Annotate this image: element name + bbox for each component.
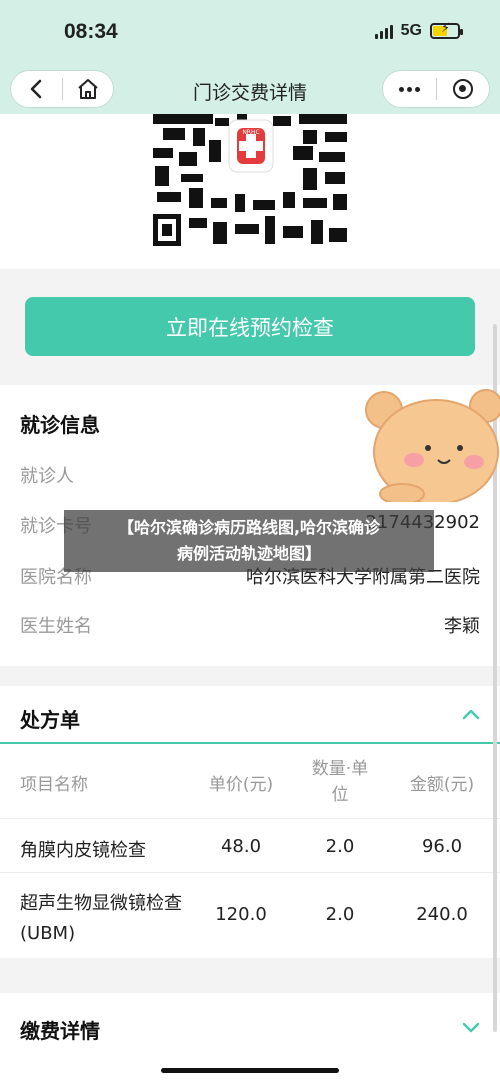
prescription-divider (0, 742, 500, 744)
book-exam-button[interactable]: 立即在线预约检查 (25, 297, 475, 356)
item-amount: 240.0 (416, 904, 468, 925)
col-header-name: 项目名称 (20, 775, 88, 795)
col-header-amount: 金额(元) (409, 775, 475, 795)
item-name: 角膜内皮镜检查 (20, 840, 146, 861)
home-indicator[interactable] (161, 1068, 339, 1073)
signal-icon (374, 23, 393, 39)
nav-right-group (382, 70, 490, 108)
col-header-price: 单价(元) (208, 775, 274, 795)
item-price: 48.0 (220, 836, 262, 857)
target-icon (452, 79, 473, 99)
battery-icon: ⚡ (430, 21, 463, 39)
payment-card: 缴费详情 (0, 993, 500, 1083)
doctor-value: 李颖 (444, 616, 480, 637)
more-icon (398, 86, 420, 92)
item-name: 超声生物显微镜检查(UBM) (20, 893, 182, 944)
overlay-line-1: 【哈尔滨确诊病历路线图,哈尔滨确诊 (117, 518, 381, 537)
overlay-caption: 【哈尔滨确诊病历路线图,哈尔滨确诊 病例活动轨迹地图】 (64, 510, 434, 572)
network-type: 5G (400, 22, 422, 39)
qr-code: NRHC (153, 114, 347, 246)
item-qty: 2.0 (325, 836, 355, 857)
overlay-line-2: 病例活动轨迹地图】 (176, 544, 321, 563)
prescription-card: 处方单 项目名称 单价(元) 数量·单位 金额(元) 角膜内皮镜检查 48.0 … (0, 686, 500, 958)
qr-card: NRHC (0, 114, 500, 269)
qr-badge-text: NRHC (242, 129, 259, 136)
patient-label: 就诊人 (20, 466, 74, 487)
visit-info-title: 就诊信息 (20, 413, 100, 437)
prescription-title: 处方单 (20, 708, 80, 732)
action-area: 立即在线预约检查 (0, 269, 500, 385)
item-amount: 96.0 (421, 836, 463, 857)
status-bar: 08:34 5G ⚡ (0, 0, 500, 66)
doctor-label: 医生姓名 (20, 616, 92, 637)
more-button[interactable] (383, 70, 436, 108)
close-miniapp-button[interactable] (436, 70, 489, 108)
status-time: 08:34 (64, 20, 118, 43)
nav-bar: 门诊交费详情 (0, 66, 500, 114)
payment-title: 缴费详情 (20, 1019, 100, 1043)
bear-sticker (365, 389, 500, 502)
chevron-up-icon[interactable] (462, 708, 480, 720)
status-indicators: 5G ⚡ (374, 21, 463, 40)
chevron-down-icon[interactable] (462, 1021, 480, 1033)
col-header-qty: 数量·单位 (311, 759, 369, 805)
item-qty: 2.0 (325, 904, 355, 925)
item-price: 120.0 (215, 904, 267, 925)
